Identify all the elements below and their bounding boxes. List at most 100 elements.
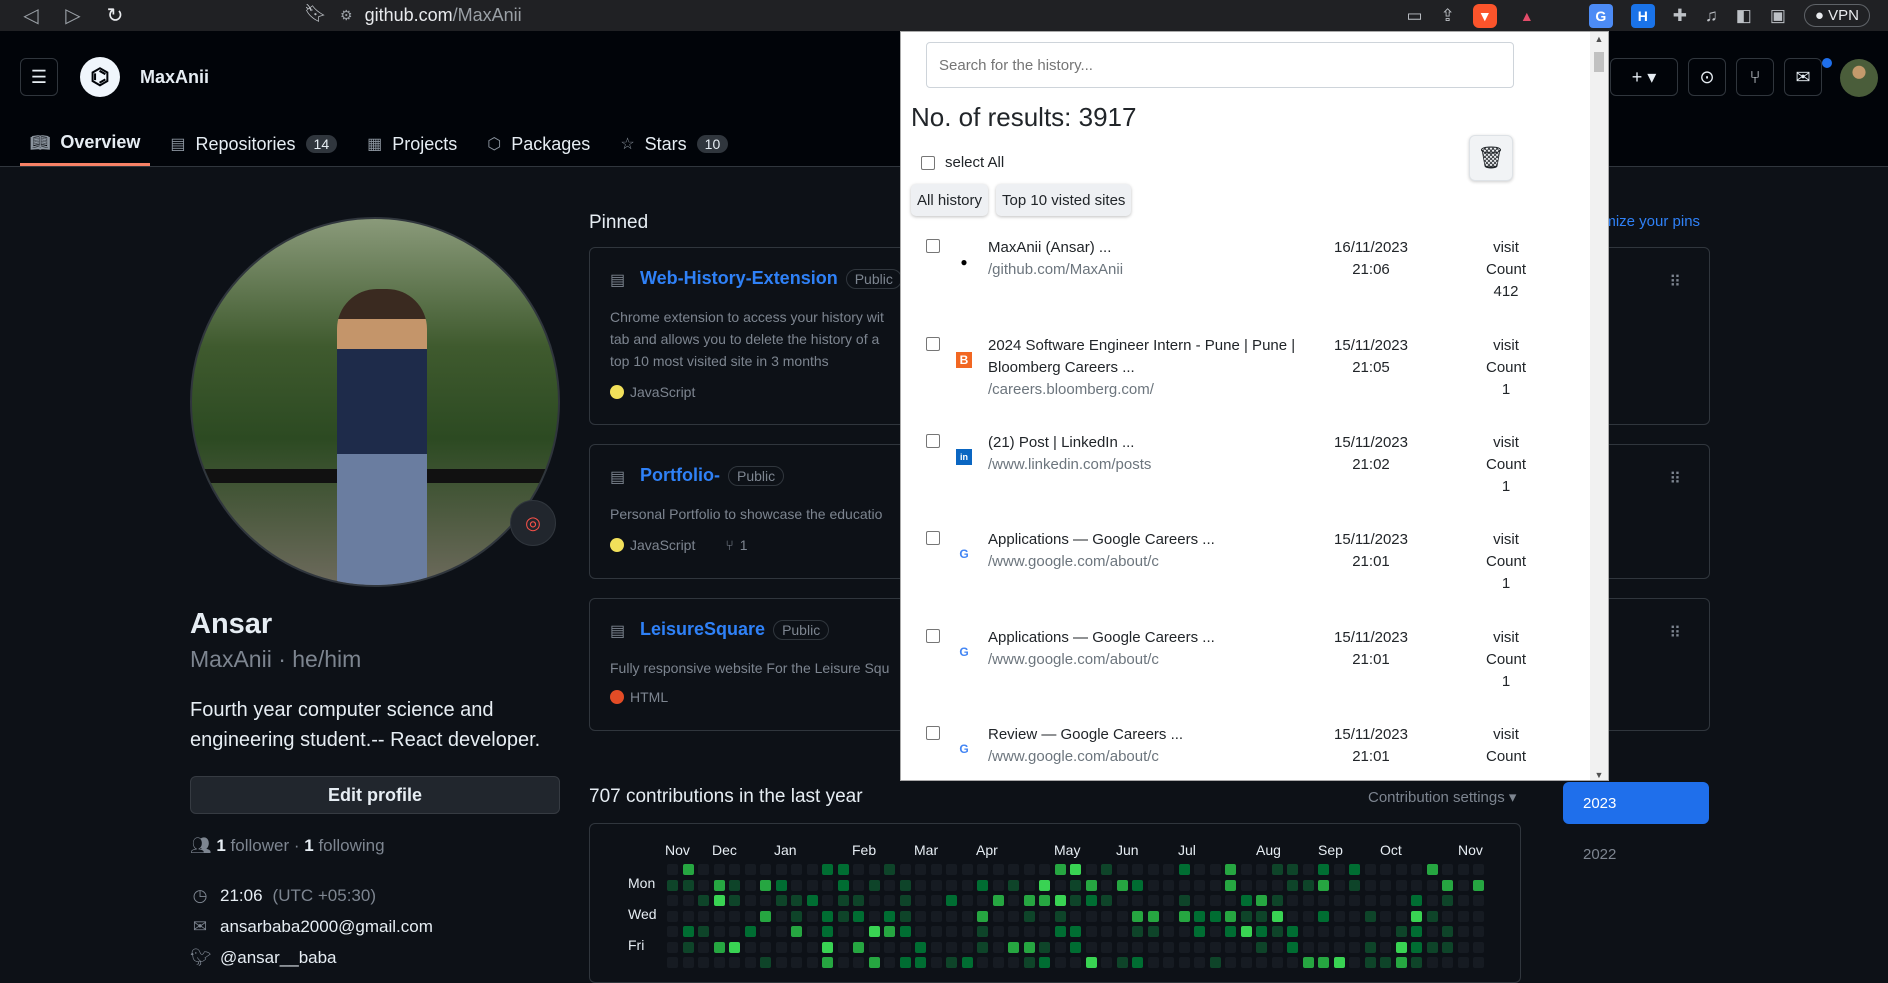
- contribution-cell[interactable]: [806, 895, 818, 906]
- contribution-cell[interactable]: [775, 941, 787, 953]
- contribution-cell[interactable]: [1457, 895, 1469, 906]
- contribution-cell[interactable]: [1039, 926, 1050, 937]
- contribution-cell[interactable]: [899, 895, 911, 906]
- contribution-cell[interactable]: [977, 926, 988, 937]
- contribution-cell[interactable]: [1256, 926, 1267, 937]
- contribution-cell[interactable]: [1116, 879, 1128, 891]
- contribution-cell[interactable]: [1209, 910, 1221, 922]
- contribution-cell[interactable]: [977, 957, 988, 968]
- contribution-cell[interactable]: [1070, 926, 1081, 937]
- contribution-cell[interactable]: [698, 926, 709, 937]
- contribution-cell[interactable]: [1147, 926, 1159, 937]
- contribution-cell[interactable]: [868, 926, 880, 937]
- contribution-cell[interactable]: [1333, 864, 1345, 875]
- contribution-cell[interactable]: [1426, 879, 1438, 891]
- row-title[interactable]: Applications — Google Careers ...: [988, 529, 1318, 551]
- contribution-cell[interactable]: [1395, 926, 1407, 937]
- contribution-cell[interactable]: [977, 879, 988, 891]
- top-visited-tab[interactable]: Top 10 visted sites: [996, 184, 1132, 216]
- tab-overview[interactable]: 📖︎ Overview: [20, 122, 151, 166]
- contribution-cell[interactable]: [760, 879, 771, 891]
- tab-stars[interactable]: ☆ Stars 10: [610, 122, 738, 166]
- contribution-cell[interactable]: [1163, 879, 1174, 891]
- contribution-cell[interactable]: [1240, 941, 1252, 953]
- contribution-cell[interactable]: [1318, 941, 1329, 953]
- contribution-cell[interactable]: [1442, 895, 1453, 906]
- contribution-cell[interactable]: [1318, 957, 1329, 968]
- contribution-cell[interactable]: [744, 895, 756, 906]
- contribution-cell[interactable]: [853, 926, 864, 937]
- contribution-cell[interactable]: [744, 941, 756, 953]
- contribution-cell[interactable]: [992, 879, 1004, 891]
- contribution-cell[interactable]: [1302, 910, 1314, 922]
- scrollbar-thumb[interactable]: [1594, 52, 1604, 72]
- contribution-cell[interactable]: [1101, 879, 1112, 891]
- contribution-cell[interactable]: [1333, 957, 1345, 968]
- contribution-cell[interactable]: [1473, 910, 1484, 922]
- contribution-cell[interactable]: [1318, 879, 1329, 891]
- contribution-cell[interactable]: [806, 864, 818, 875]
- contribution-cell[interactable]: [1318, 910, 1329, 922]
- contribution-cell[interactable]: [1256, 879, 1267, 891]
- contribution-cell[interactable]: [1116, 895, 1128, 906]
- contribution-cell[interactable]: [1023, 879, 1035, 891]
- contribution-cell[interactable]: [791, 910, 802, 922]
- contribution-cell[interactable]: [1147, 864, 1159, 875]
- contribution-cell[interactable]: [961, 941, 973, 953]
- contribution-cell[interactable]: [1039, 864, 1050, 875]
- contribution-cell[interactable]: [1271, 910, 1283, 922]
- contribution-cell[interactable]: [1132, 895, 1143, 906]
- header-username[interactable]: MaxAnii: [140, 67, 209, 88]
- followers-count[interactable]: 1: [216, 836, 225, 855]
- twitter-link[interactable]: @ansar__baba: [220, 948, 337, 968]
- select-all-checkbox[interactable]: [921, 155, 935, 170]
- contribution-cell[interactable]: [682, 941, 694, 953]
- contribution-cell[interactable]: [1287, 879, 1298, 891]
- contribution-cell[interactable]: [1054, 895, 1066, 906]
- contribution-cell[interactable]: [1287, 941, 1298, 953]
- contribution-cell[interactable]: [1457, 910, 1469, 922]
- contribution-cell[interactable]: [760, 864, 771, 875]
- year-2022-link[interactable]: 2022: [1583, 846, 1616, 863]
- contribution-cell[interactable]: [1023, 895, 1035, 906]
- contribution-cell[interactable]: [1163, 895, 1174, 906]
- contribution-cell[interactable]: [1364, 879, 1376, 891]
- sidebar-icon[interactable]: ◧: [1736, 6, 1752, 26]
- contribution-cell[interactable]: [1070, 879, 1081, 891]
- contribution-cell[interactable]: [1287, 895, 1298, 906]
- contribution-cell[interactable]: [806, 926, 818, 937]
- contribution-cell[interactable]: [1426, 926, 1438, 937]
- vpn-button[interactable]: ● VPN: [1803, 4, 1870, 27]
- contribution-cell[interactable]: [1085, 941, 1097, 953]
- contribution-cell[interactable]: [791, 926, 802, 937]
- contribution-cell[interactable]: [1225, 864, 1236, 875]
- contribution-cell[interactable]: [1473, 879, 1484, 891]
- row-checkbox[interactable]: [926, 434, 940, 448]
- all-history-tab[interactable]: All history: [911, 184, 989, 216]
- contribution-cell[interactable]: [1116, 957, 1128, 968]
- delete-button[interactable]: 🗑: [1469, 135, 1513, 181]
- status-emoji-icon[interactable]: ◎: [510, 500, 556, 546]
- contribution-cell[interactable]: [1302, 926, 1314, 937]
- contribution-cell[interactable]: [868, 957, 880, 968]
- contribution-cell[interactable]: [930, 941, 942, 953]
- contribution-cell[interactable]: [729, 879, 740, 891]
- contribution-cell[interactable]: [791, 941, 802, 953]
- repo-link[interactable]: Portfolio-: [640, 465, 720, 485]
- contribution-cell[interactable]: [1364, 941, 1376, 953]
- contribution-cell[interactable]: [1194, 864, 1205, 875]
- contribution-settings-button[interactable]: Contribution settings ▾: [1368, 788, 1516, 806]
- contribution-cell[interactable]: [775, 910, 787, 922]
- row-title[interactable]: 2024 Software Engineer Intern - Pune | P…: [988, 335, 1318, 379]
- contribution-cell[interactable]: [1178, 895, 1190, 906]
- contribution-cell[interactable]: [1147, 879, 1159, 891]
- contribution-cell[interactable]: [1349, 926, 1360, 937]
- contribution-cell[interactable]: [822, 957, 833, 968]
- contribution-cell[interactable]: [791, 864, 802, 875]
- following-label[interactable]: following: [318, 836, 384, 855]
- contribution-cell[interactable]: [915, 879, 926, 891]
- contribution-cell[interactable]: [837, 941, 849, 953]
- contribution-cell[interactable]: [853, 864, 864, 875]
- contribution-cell[interactable]: [1101, 926, 1112, 937]
- contribution-cell[interactable]: [884, 864, 895, 875]
